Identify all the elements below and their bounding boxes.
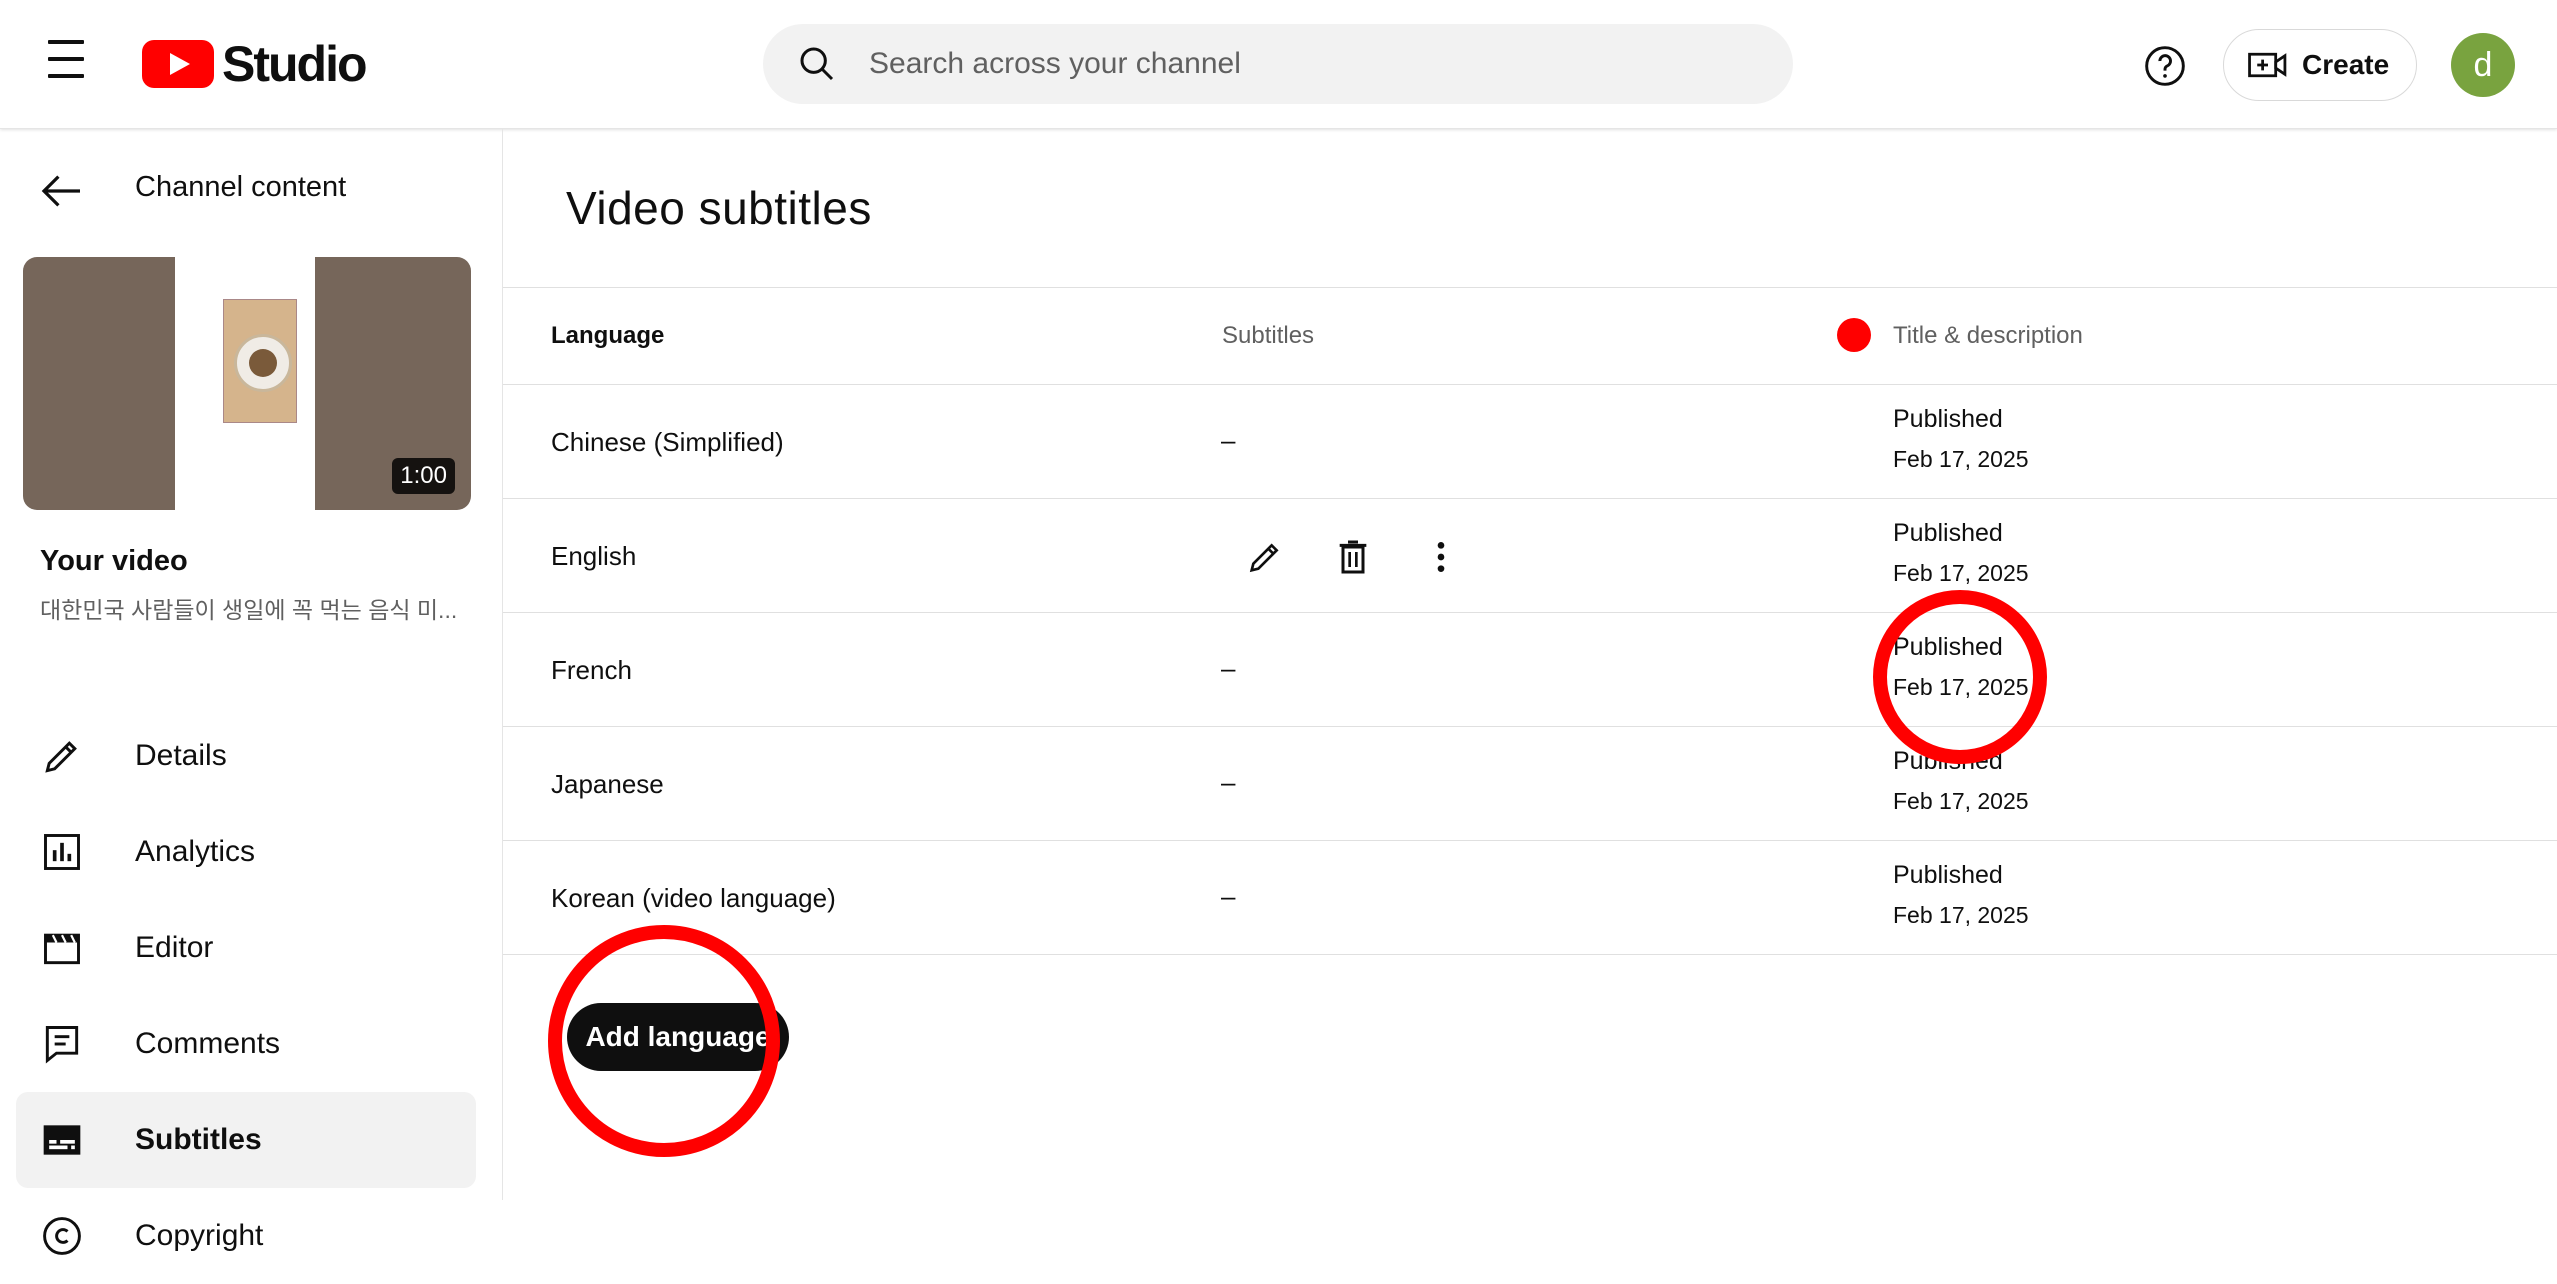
status-text: Published [1893, 519, 2003, 547]
video-duration: 1:00 [392, 458, 455, 494]
status-text: Published [1893, 861, 2003, 889]
studio-logo[interactable]: Studio [142, 34, 368, 94]
row-actions [1243, 535, 1507, 579]
pencil-icon [45, 741, 77, 773]
your-video-label: Your video [40, 545, 188, 577]
sidebar-item-label: Comments [135, 1027, 281, 1060]
delete-icon[interactable] [1331, 535, 1375, 579]
sidebar-item-comments[interactable]: Comments [16, 996, 476, 1092]
sidebar-item-copyright[interactable]: Copyright [16, 1188, 476, 1284]
subtitles-cell: – [1221, 653, 1236, 683]
column-header-subtitles: Subtitles [1222, 322, 1315, 349]
language-cell: French [551, 655, 632, 685]
subtitles-cell: – [1221, 425, 1236, 455]
language-cell: Korean (video language) [551, 883, 836, 913]
thumbnail-frame [175, 257, 315, 510]
subtitles-cell: – [1221, 767, 1236, 797]
youtube-logo-icon [142, 40, 214, 88]
status-dot [1837, 318, 1871, 352]
sidebar-item-details[interactable]: Details [16, 708, 476, 804]
column-header-title-description: Title & description [1893, 322, 2083, 349]
subtitles-icon [43, 1125, 81, 1155]
logo-text: Studio [222, 36, 368, 92]
create-button[interactable]: Create [2223, 29, 2417, 101]
sidebar-item-label: Editor [135, 931, 214, 964]
status-date: Feb 17, 2025 [1893, 788, 2029, 814]
status-date: Feb 17, 2025 [1893, 674, 2029, 700]
copyright-icon [43, 1217, 81, 1255]
menu-icon[interactable] [38, 40, 90, 86]
table-row[interactable]: Chinese (Simplified) – Published Feb 17,… [503, 384, 2557, 498]
sidebar-item-analytics[interactable]: Analytics [16, 804, 476, 900]
sidebar-item-label: Copyright [135, 1219, 264, 1252]
language-cell: English [551, 541, 637, 571]
search-bar[interactable] [763, 24, 1793, 104]
sidebar-item-label: Subtitles [135, 1123, 262, 1156]
avatar[interactable]: d [2451, 33, 2515, 97]
back-arrow-icon [41, 175, 80, 207]
table-row[interactable]: French – Published Feb 17, 2025 [503, 612, 2557, 726]
back-label: Channel content [135, 171, 347, 203]
status-date: Feb 17, 2025 [1893, 902, 2029, 928]
main-content: Video subtitles Language Subtitles Title… [503, 129, 2557, 1200]
edit-icon[interactable] [1243, 535, 1287, 579]
subtitles-cell: – [1221, 881, 1236, 911]
table-row[interactable]: Korean (video language) – Published Feb … [503, 840, 2557, 954]
table-header: Language Subtitles Title & description [503, 287, 2557, 384]
clapper-icon [44, 933, 80, 965]
sidebar-item-editor[interactable]: Editor [16, 900, 476, 996]
status-date: Feb 17, 2025 [1893, 446, 2029, 472]
subtitles-table: Language Subtitles Title & description C… [503, 287, 2557, 955]
table-row[interactable]: English Published Feb 17, 2025 [503, 498, 2557, 612]
sidebar-item-label: Details [135, 739, 227, 772]
create-label: Create [2302, 49, 2390, 80]
status-date: Feb 17, 2025 [1893, 560, 2029, 586]
language-cell: Chinese (Simplified) [551, 427, 784, 457]
column-header-language[interactable]: Language [551, 322, 664, 350]
thumbnail-image [223, 299, 297, 423]
create-video-icon [2248, 52, 2287, 78]
search-icon [800, 47, 834, 81]
sidebar-item-label: Analytics [135, 835, 256, 868]
page-title: Video subtitles [566, 182, 872, 234]
analytics-icon [44, 834, 80, 870]
video-thumbnail[interactable]: 1:00 [23, 257, 471, 510]
comments-icon [45, 1026, 79, 1064]
sidebar-item-subtitles[interactable]: Subtitles [16, 1092, 476, 1188]
more-options-icon[interactable] [1419, 535, 1463, 579]
search-input[interactable] [867, 46, 1751, 82]
back-to-channel-content[interactable]: Channel content [40, 171, 346, 209]
language-cell: Japanese [551, 769, 664, 799]
status-text: Published [1893, 747, 2003, 775]
table-row[interactable]: Japanese – Published Feb 17, 2025 [503, 726, 2557, 840]
add-language-button[interactable]: Add language [567, 1003, 789, 1071]
top-bar: Studio Create d [0, 0, 2557, 129]
video-title: 대한민국 사람들이 생일에 꼭 먹는 음식 미... [40, 597, 458, 623]
help-icon[interactable] [2143, 44, 2187, 93]
status-text: Published [1893, 405, 2003, 433]
status-text: Published [1893, 633, 2003, 661]
table-divider [503, 954, 2557, 955]
sidebar: Channel content 1:00 Your video 대한민국 사람들… [0, 129, 503, 1255]
